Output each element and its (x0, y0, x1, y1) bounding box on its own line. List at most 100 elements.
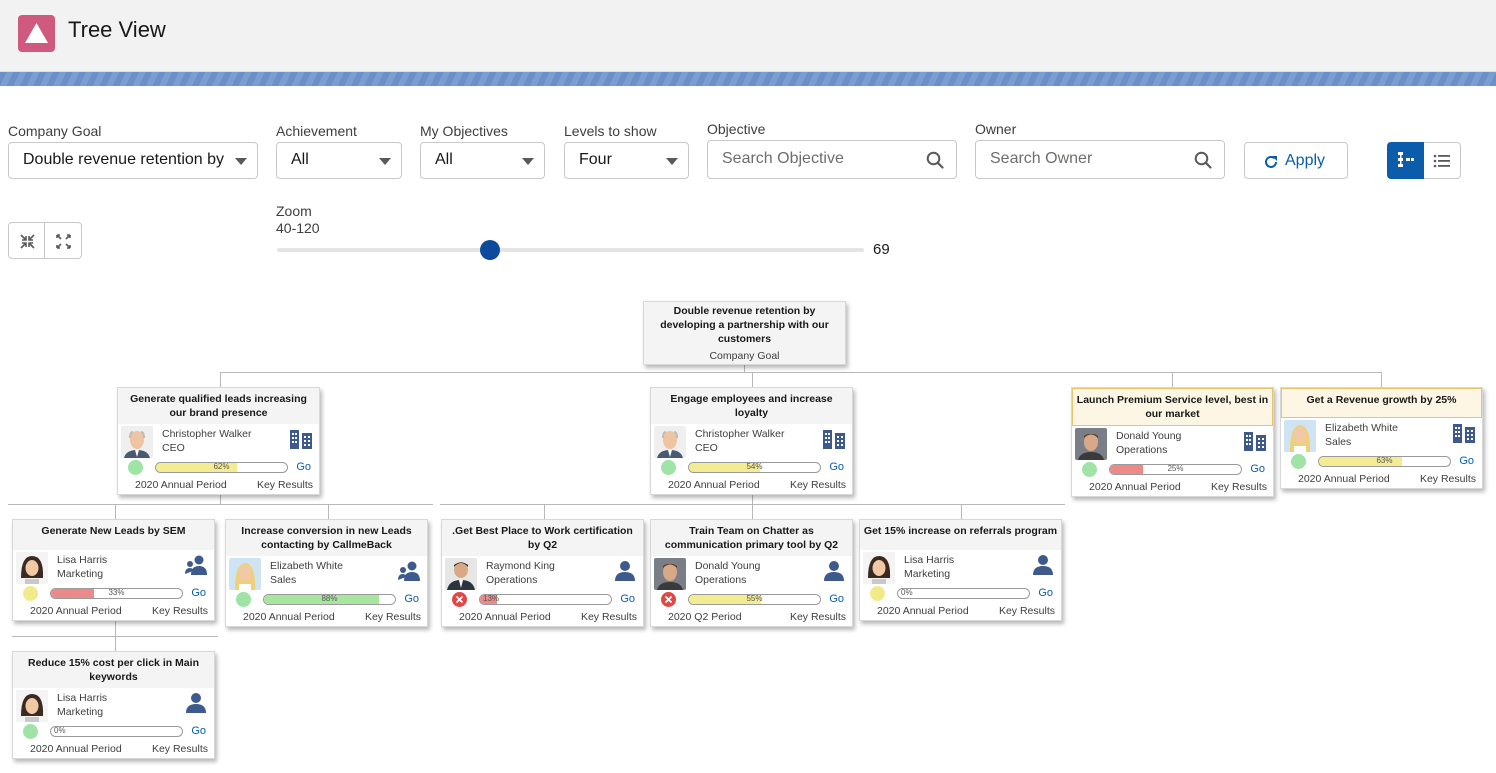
objective-card[interactable]: Launch Premium Service level, best in ou… (1071, 387, 1274, 497)
owner-name: Christopher Walker (695, 428, 785, 440)
objective-card[interactable]: Generate New Leads by SEM Lisa Harris Mark… (12, 519, 215, 621)
status-indicator (452, 592, 467, 607)
status-indicator (23, 724, 38, 739)
go-link[interactable]: Go (404, 593, 419, 605)
progress-bar: 88% (263, 594, 396, 605)
objective-card[interactable]: Engage employees and increase loyalty Chr… (650, 387, 853, 495)
go-link[interactable]: Go (829, 593, 844, 605)
owner-name: Elizabeth White (270, 560, 343, 572)
list-view-toggle[interactable] (1424, 142, 1461, 179)
key-results-link[interactable]: Key Results (365, 611, 421, 623)
go-link[interactable]: Go (620, 593, 635, 605)
user-icon (184, 692, 208, 717)
go-link[interactable]: Go (1459, 455, 1474, 467)
zoom-slider-track[interactable] (277, 248, 864, 252)
collapse-all-button[interactable] (8, 222, 45, 259)
achievement-select[interactable]: All (276, 142, 402, 179)
owner-role: Sales (1325, 436, 1352, 448)
user-icon (822, 560, 846, 585)
period-label: 2020 Annual Period (1089, 481, 1181, 493)
my-objectives-select[interactable]: All (420, 142, 545, 179)
team-icon (184, 554, 208, 579)
objective-title: Get a Revenue growth by 25% (1281, 388, 1482, 418)
zoom-slider-handle[interactable] (479, 240, 500, 260)
key-results-link[interactable]: Key Results (790, 479, 846, 491)
key-results-link[interactable]: Key Results (152, 605, 208, 617)
period-label: 2020 Annual Period (243, 611, 335, 623)
period-label: 2020 Annual Period (30, 605, 122, 617)
progress-bar: 13% (479, 594, 612, 605)
owner-role: CEO (162, 442, 185, 454)
objective-search-field[interactable] (707, 140, 957, 179)
progress-bar: 55% (688, 594, 821, 605)
avatar (1075, 428, 1107, 460)
status-indicator (1082, 462, 1097, 477)
chevron-down-icon (666, 158, 678, 165)
objective-search-input[interactable] (722, 150, 902, 168)
avatar (863, 552, 895, 584)
go-link[interactable]: Go (191, 587, 206, 599)
go-link[interactable]: Go (829, 461, 844, 473)
objective-card[interactable]: Generate qualified leads increasing our … (117, 387, 320, 495)
key-results-link[interactable]: Key Results (1211, 481, 1267, 493)
go-link[interactable]: Go (1250, 463, 1265, 475)
objective-title: Get 15% increase on referrals program (860, 520, 1061, 550)
page-header (0, 0, 1496, 72)
expand-all-button[interactable] (45, 222, 82, 259)
building-icon (289, 428, 313, 453)
chevron-down-icon (522, 158, 534, 165)
apply-button-label: Apply (1285, 152, 1326, 169)
go-link[interactable]: Go (1038, 587, 1053, 599)
header-decoration-band (0, 72, 1496, 86)
owner-name: Donald Young (695, 560, 761, 572)
status-indicator (661, 460, 676, 475)
owner-name: Christopher Walker (162, 428, 252, 440)
objective-card[interactable]: Get 15% increase on referrals program Lis… (859, 519, 1062, 621)
period-label: 2020 Annual Period (135, 479, 227, 491)
progress-percent: 88% (321, 594, 338, 603)
key-results-link[interactable]: Key Results (790, 611, 846, 623)
go-link[interactable]: Go (296, 461, 311, 473)
company-goal-select[interactable]: Double revenue retention by (8, 142, 258, 179)
search-icon[interactable] (926, 151, 944, 169)
user-icon (613, 560, 637, 585)
objective-card[interactable]: Train Team on Chatter as communication p… (650, 519, 853, 627)
owner-role: Marketing (57, 706, 104, 718)
search-icon[interactable] (1194, 151, 1212, 169)
key-results-link[interactable]: Key Results (152, 743, 208, 755)
building-icon (1452, 422, 1476, 447)
building-icon (1243, 430, 1267, 455)
objective-card[interactable]: .Get Best Place to Work certification by… (441, 519, 644, 627)
key-results-link[interactable]: Key Results (1420, 473, 1476, 485)
status-indicator (236, 592, 251, 607)
go-link[interactable]: Go (191, 725, 206, 737)
achievement-value: All (291, 151, 309, 168)
company-goal-card[interactable]: Double revenue retention by developing a… (643, 301, 846, 365)
key-results-link[interactable]: Key Results (257, 479, 313, 491)
tree-view-toggle[interactable] (1387, 142, 1424, 179)
key-results-link[interactable]: Key Results (581, 611, 637, 623)
owner-role: Marketing (57, 568, 104, 580)
objective-card[interactable]: Reduce 15% cost per click in Main keywor… (12, 651, 215, 759)
company-goal-subtitle: Company Goal (644, 350, 845, 364)
key-results-link[interactable]: Key Results (999, 605, 1055, 617)
owner-role: Operations (695, 574, 747, 586)
avatar (16, 552, 48, 584)
progress-percent: 0% (901, 588, 913, 597)
apply-button[interactable]: Apply (1244, 142, 1348, 179)
levels-select[interactable]: Four (564, 142, 689, 179)
progress-percent: 54% (746, 462, 763, 471)
objective-title: Generate qualified leads increasing our … (118, 388, 319, 424)
progress-bar: 54% (688, 462, 821, 473)
owner-search-input[interactable] (990, 150, 1170, 168)
period-label: 2020 Annual Period (1298, 473, 1390, 485)
avatar (445, 558, 477, 590)
team-icon (397, 560, 421, 585)
owner-name: Lisa Harris (57, 554, 108, 566)
list-icon (1433, 154, 1450, 168)
objective-card[interactable]: Get a Revenue growth by 25% Elizabeth Whi… (1280, 387, 1483, 489)
objective-card[interactable]: Increase conversion in new Leads contact… (225, 519, 428, 627)
levels-value: Four (579, 151, 612, 168)
period-label: 2020 Annual Period (668, 479, 760, 491)
owner-search-field[interactable] (975, 140, 1225, 179)
